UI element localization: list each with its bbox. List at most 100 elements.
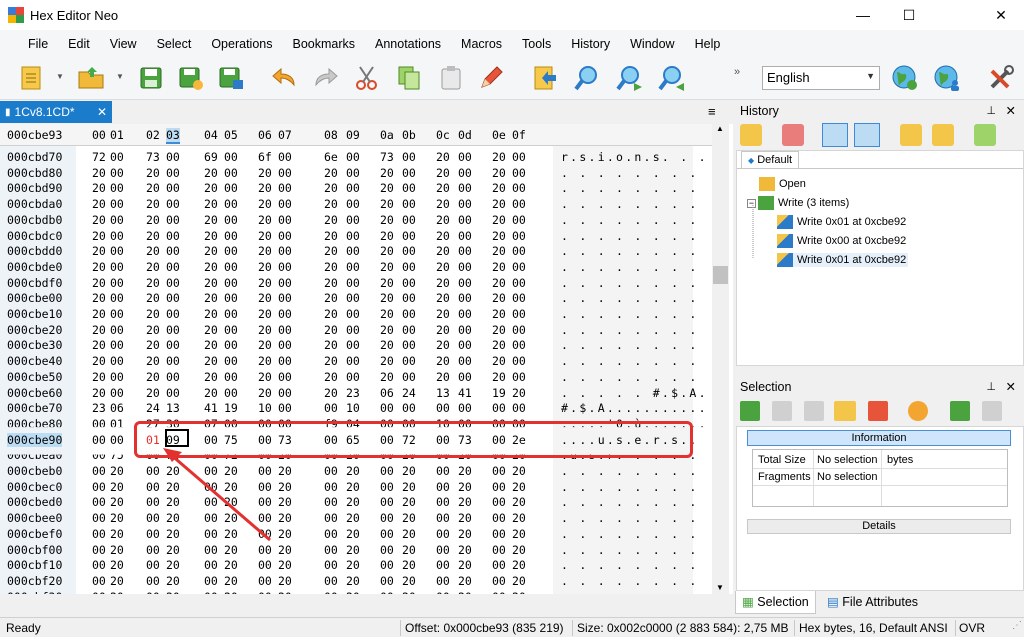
invert-selection-icon[interactable]: [804, 401, 824, 421]
hex-byte[interactable]: 20: [458, 511, 472, 525]
hex-byte[interactable]: 20: [492, 260, 506, 274]
hex-byte[interactable]: 00: [346, 323, 360, 337]
hex-byte[interactable]: 00: [224, 229, 238, 243]
hex-byte[interactable]: 20: [492, 197, 506, 211]
hex-byte[interactable]: 20: [92, 370, 106, 384]
hex-byte[interactable]: 20: [278, 464, 292, 478]
find-previous-icon[interactable]: [614, 63, 644, 93]
hex-byte[interactable]: 20: [492, 354, 506, 368]
hex-byte[interactable]: 00: [92, 574, 106, 588]
hex-byte[interactable]: 00: [146, 527, 160, 541]
hex-byte[interactable]: 20: [92, 276, 106, 290]
hex-row[interactable]: 000cbe20 20 00 20 00 20 00 20 00 20 00 20 00 20 00 20 00…: [0, 323, 712, 339]
hex-byte[interactable]: 00: [492, 558, 506, 572]
hex-byte[interactable]: 00: [224, 166, 238, 180]
hex-byte[interactable]: 20: [402, 543, 416, 557]
hex-byte[interactable]: 00: [278, 150, 292, 164]
hex-byte[interactable]: 00: [380, 401, 394, 415]
hex-editor-view[interactable]: 000cbe93 00 01 02 03 04 05 06 07 08 09 0a 0b 0c 0d 0e 0…: [0, 124, 733, 594]
hex-byte[interactable]: 20: [380, 307, 394, 321]
hex-byte[interactable]: 00: [224, 323, 238, 337]
ascii-text[interactable]: . . . . . . . .: [561, 574, 699, 588]
ascii-text[interactable]: . . . . . . . .: [561, 370, 699, 384]
hex-byte[interactable]: 20: [166, 527, 180, 541]
hex-byte[interactable]: 20: [436, 323, 450, 337]
hex-row[interactable]: 000cbef0 00 20 00 20 00 20 00 20 00 20 00 20 00 20 00 20…: [0, 527, 712, 543]
hex-byte[interactable]: 00: [110, 323, 124, 337]
hex-byte[interactable]: 00: [224, 260, 238, 274]
hex-byte[interactable]: 20: [436, 244, 450, 258]
branch-view-icon[interactable]: [822, 123, 848, 147]
hex-byte[interactable]: 00: [166, 197, 180, 211]
hex-byte[interactable]: 20: [258, 244, 272, 258]
hex-byte[interactable]: 00: [346, 338, 360, 352]
hex-byte[interactable]: 06: [110, 401, 124, 415]
minimize-button[interactable]: —: [840, 0, 886, 30]
hex-byte[interactable]: 20: [492, 213, 506, 227]
hex-byte[interactable]: 00: [278, 307, 292, 321]
hex-byte[interactable]: 20: [492, 276, 506, 290]
hex-byte[interactable]: 00: [92, 455, 106, 463]
redo-icon[interactable]: [310, 63, 340, 93]
hourglass-icon[interactable]: [740, 124, 762, 146]
hex-byte[interactable]: 20: [110, 480, 124, 494]
hex-byte[interactable]: 00: [258, 495, 272, 509]
details-section-header[interactable]: Details: [747, 519, 1011, 534]
hex-byte[interactable]: 00: [166, 150, 180, 164]
hex-byte[interactable]: 00: [380, 480, 394, 494]
hex-byte[interactable]: 75: [110, 455, 124, 463]
hex-byte[interactable]: 20: [204, 354, 218, 368]
hex-byte[interactable]: 20: [92, 166, 106, 180]
hex-byte[interactable]: 20: [492, 229, 506, 243]
paste-icon[interactable]: [436, 63, 466, 93]
hex-byte[interactable]: 20: [110, 495, 124, 509]
hex-row[interactable]: 000cbe70 23 06 24 13 41 19 10 00 00 10 00 00 00 00 00 00…: [0, 401, 712, 417]
hex-byte[interactable]: 00: [346, 181, 360, 195]
save-as-icon[interactable]: [176, 63, 206, 93]
hex-byte[interactable]: 00: [110, 181, 124, 195]
hex-byte[interactable]: 00: [224, 197, 238, 211]
hex-byte[interactable]: 20: [512, 543, 526, 557]
hex-byte[interactable]: 20: [380, 197, 394, 211]
hex-byte[interactable]: 20: [380, 323, 394, 337]
undo-icon[interactable]: [270, 63, 300, 93]
tab-list-icon[interactable]: ≡: [708, 104, 716, 119]
hex-byte[interactable]: 00: [110, 166, 124, 180]
hex-byte[interactable]: 00: [224, 276, 238, 290]
hex-byte[interactable]: 20: [166, 495, 180, 509]
hex-byte[interactable]: 00: [458, 338, 472, 352]
hex-byte[interactable]: 00: [436, 543, 450, 557]
hex-byte[interactable]: 20: [492, 291, 506, 305]
hex-byte[interactable]: 20: [324, 370, 338, 384]
hex-byte[interactable]: 19: [224, 401, 238, 415]
hex-byte[interactable]: 00: [278, 197, 292, 211]
hex-byte[interactable]: 00: [224, 150, 238, 164]
hex-byte[interactable]: 20: [204, 338, 218, 352]
hex-byte[interactable]: 00: [436, 511, 450, 525]
menu-help[interactable]: Help: [685, 37, 731, 51]
hex-byte[interactable]: 00: [346, 370, 360, 384]
hex-byte[interactable]: 20: [92, 244, 106, 258]
hex-row[interactable]: 000cbd80 20 00 20 00 20 00 20 00 20 00 20 00 20 00 20 00…: [0, 166, 712, 182]
hex-byte[interactable]: 00: [204, 558, 218, 572]
hex-byte[interactable]: 00: [402, 244, 416, 258]
hex-byte[interactable]: 20: [204, 307, 218, 321]
hex-byte[interactable]: 20: [402, 574, 416, 588]
hex-byte[interactable]: 20: [346, 495, 360, 509]
select-range-icon[interactable]: [834, 401, 856, 421]
hex-byte[interactable]: 00: [436, 558, 450, 572]
menu-select[interactable]: Select: [147, 37, 202, 51]
hex-byte[interactable]: 00: [146, 464, 160, 478]
hex-byte[interactable]: 13: [436, 386, 450, 400]
hex-byte[interactable]: 00: [92, 480, 106, 494]
hex-byte[interactable]: 20: [110, 558, 124, 572]
pin-icon[interactable]: ⊥: [986, 104, 996, 117]
hex-byte[interactable]: 00: [402, 229, 416, 243]
hex-byte[interactable]: 24: [402, 386, 416, 400]
hex-byte[interactable]: 20: [492, 338, 506, 352]
hex-byte[interactable]: 20: [324, 276, 338, 290]
tab-selection[interactable]: ▦ Selection: [735, 591, 816, 614]
hand-pointer-icon[interactable]: [908, 401, 928, 421]
hex-byte[interactable]: 00: [258, 464, 272, 478]
hex-byte[interactable]: 00: [492, 543, 506, 557]
